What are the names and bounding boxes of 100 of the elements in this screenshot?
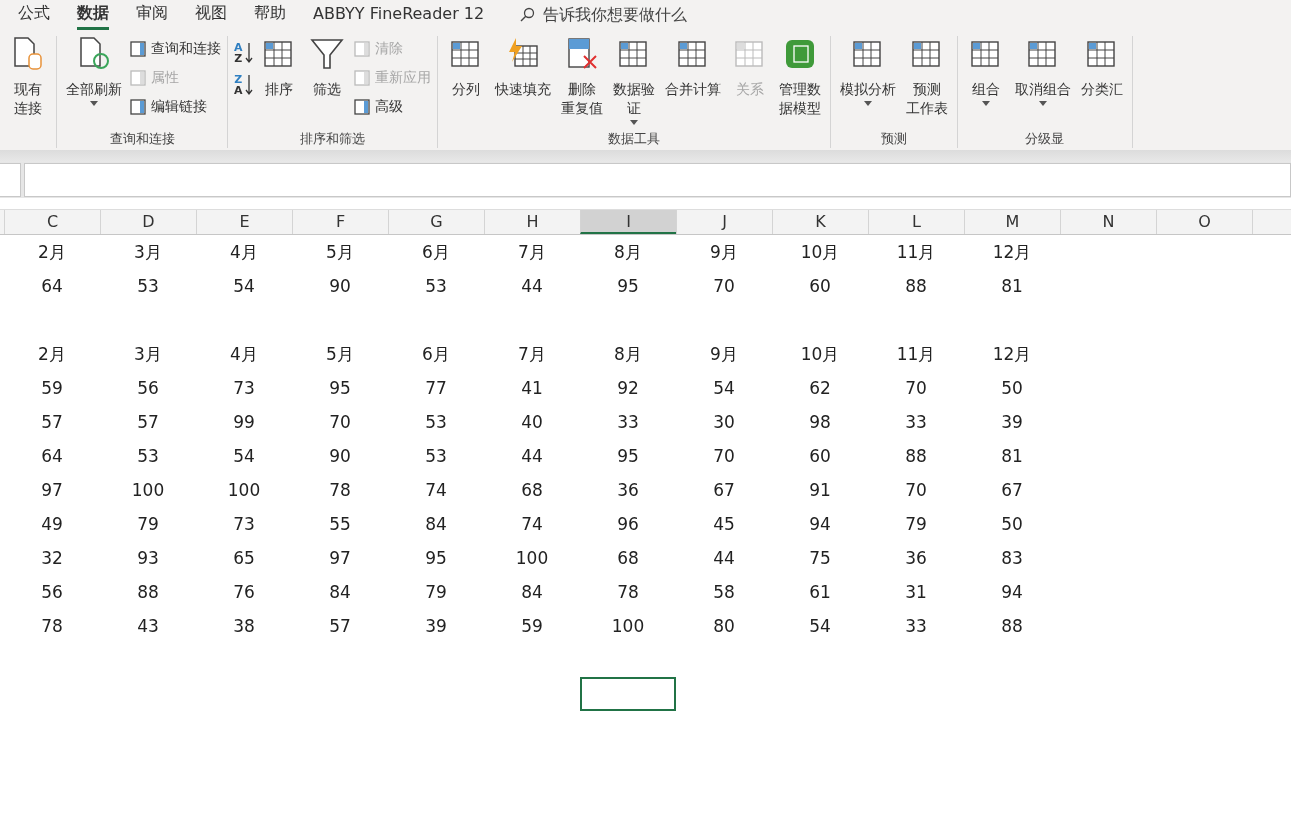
ribbon-button[interactable]: 查询和连接 [129, 36, 221, 62]
table-cell: 57 [41, 412, 63, 432]
table-cell: 4月 [230, 342, 258, 366]
ribbon-tab[interactable]: ABBYY FineReader 12 [313, 1, 485, 29]
ribbon-button[interactable]: 快速填充 [491, 36, 554, 99]
table-cell: 60 [809, 276, 831, 296]
ribbon-tab[interactable]: 审阅 [136, 0, 168, 30]
column-header[interactable]: M [964, 210, 1060, 234]
table-cell: 64 [41, 276, 63, 296]
table-cell: 74 [521, 514, 543, 534]
table-cell: 50 [1001, 378, 1023, 398]
table-cell: 74 [425, 480, 447, 500]
table-cell: 95 [617, 276, 639, 296]
ribbon-button[interactable]: 模拟分析 [836, 36, 899, 106]
table-cell: 83 [1001, 548, 1023, 568]
caret-icon [90, 101, 98, 106]
table-cell: 97 [41, 480, 63, 500]
ribbon-button[interactable]: 排序 [256, 36, 301, 99]
ribbon-button[interactable]: 分类汇 [1077, 36, 1126, 99]
table-cell: 44 [521, 446, 543, 466]
table-cell: 70 [329, 412, 351, 432]
ribbon-button[interactable]: 删除 重复值 [557, 36, 606, 118]
table-cell: 10月 [800, 240, 840, 264]
name-box[interactable] [0, 163, 21, 197]
column-header[interactable]: J [676, 210, 772, 234]
tell-me-search[interactable]: 告诉我你想要做什么 [519, 4, 688, 26]
table-cell: 59 [521, 616, 543, 636]
table-cell: 32 [41, 548, 63, 568]
table-cell: 73 [233, 514, 255, 534]
ribbon-button[interactable]: 预测 工作表 [902, 36, 951, 118]
group-label: 预测 [879, 130, 908, 148]
column-header[interactable]: F [292, 210, 388, 234]
table-cell: 70 [713, 446, 735, 466]
table-cell: 62 [809, 378, 831, 398]
table-cell: 9月 [710, 240, 738, 264]
column-header[interactable]: D [100, 210, 196, 234]
column-header[interactable]: L [868, 210, 964, 234]
table-cell: 36 [905, 548, 927, 568]
formula-input[interactable] [24, 163, 1291, 197]
table-cell: 93 [137, 548, 159, 568]
ribbon-button[interactable]: 全部刷新 [63, 36, 125, 106]
ribbon-tab[interactable]: 公式 [18, 0, 50, 30]
ribbon-button[interactable]: 编辑链接 [129, 94, 221, 120]
table-cell: 56 [137, 378, 159, 398]
table-cell: 92 [617, 378, 639, 398]
table-cell: 70 [905, 378, 927, 398]
column-header[interactable]: E [196, 210, 292, 234]
table-cell: 60 [809, 446, 831, 466]
table-cell: 6月 [422, 342, 450, 366]
caret-icon [981, 101, 990, 106]
ribbon-tab[interactable]: 视图 [195, 0, 227, 30]
column-header[interactable]: N [1060, 210, 1156, 234]
table-cell: 54 [233, 446, 255, 466]
table-cell: 55 [329, 514, 351, 534]
caret-icon [629, 120, 638, 125]
ribbon-button[interactable]: 合并计算 [661, 36, 724, 99]
table-cell: 36 [617, 480, 639, 500]
table-cell: 57 [137, 412, 159, 432]
ribbon-button[interactable]: 管理数 据模型 [775, 36, 824, 118]
active-cell[interactable] [580, 677, 676, 711]
ribbon-button[interactable]: 高级 [352, 94, 431, 120]
table-cell: 12月 [992, 240, 1032, 264]
ribbon-button[interactable]: 现有 连接 [6, 36, 50, 118]
column-header[interactable]: K [772, 210, 868, 234]
table-cell: 54 [713, 378, 735, 398]
table-cell: 33 [905, 616, 927, 636]
table-cell: 90 [329, 446, 351, 466]
column-header[interactable]: G [388, 210, 484, 234]
ribbon-button[interactable]: 分列 [443, 36, 488, 99]
sort-button[interactable]: Z A [234, 74, 253, 96]
table-cell: 53 [137, 276, 159, 296]
ribbon-button[interactable]: 筛选 [304, 36, 349, 99]
table-cell: 95 [425, 548, 447, 568]
table-cell: 8月 [614, 240, 642, 264]
sort-button[interactable]: A Z [234, 42, 253, 64]
ribbon-button[interactable]: 取消组合 [1011, 36, 1074, 106]
column-header[interactable]: I [580, 210, 676, 234]
column-header[interactable]: C [4, 210, 100, 234]
table-cell: 38 [233, 616, 255, 636]
table-cell: 44 [713, 548, 735, 568]
table-cell: 73 [233, 378, 255, 398]
table-cell: 88 [1001, 616, 1023, 636]
table-cell: 5月 [326, 240, 354, 264]
ribbon-tab[interactable]: 帮助 [254, 0, 286, 30]
table-cell: 67 [1001, 480, 1023, 500]
ribbon-button[interactable]: 组合 [963, 36, 1008, 106]
table-cell: 7月 [518, 240, 546, 264]
table-cell: 59 [41, 378, 63, 398]
column-header[interactable]: O [1156, 210, 1252, 234]
table-cell: 4月 [230, 240, 258, 264]
table-cell: 65 [233, 548, 255, 568]
table-cell: 80 [713, 616, 735, 636]
table-cell: 44 [521, 276, 543, 296]
table-cell: 6月 [422, 240, 450, 264]
table-cell: 43 [137, 616, 159, 636]
table-cell: 94 [1001, 582, 1023, 602]
ribbon-button[interactable]: 数据验 证 [609, 36, 658, 125]
table-cell: 49 [41, 514, 63, 534]
table-cell: 3月 [134, 240, 162, 264]
table-cell: 3月 [134, 342, 162, 366]
